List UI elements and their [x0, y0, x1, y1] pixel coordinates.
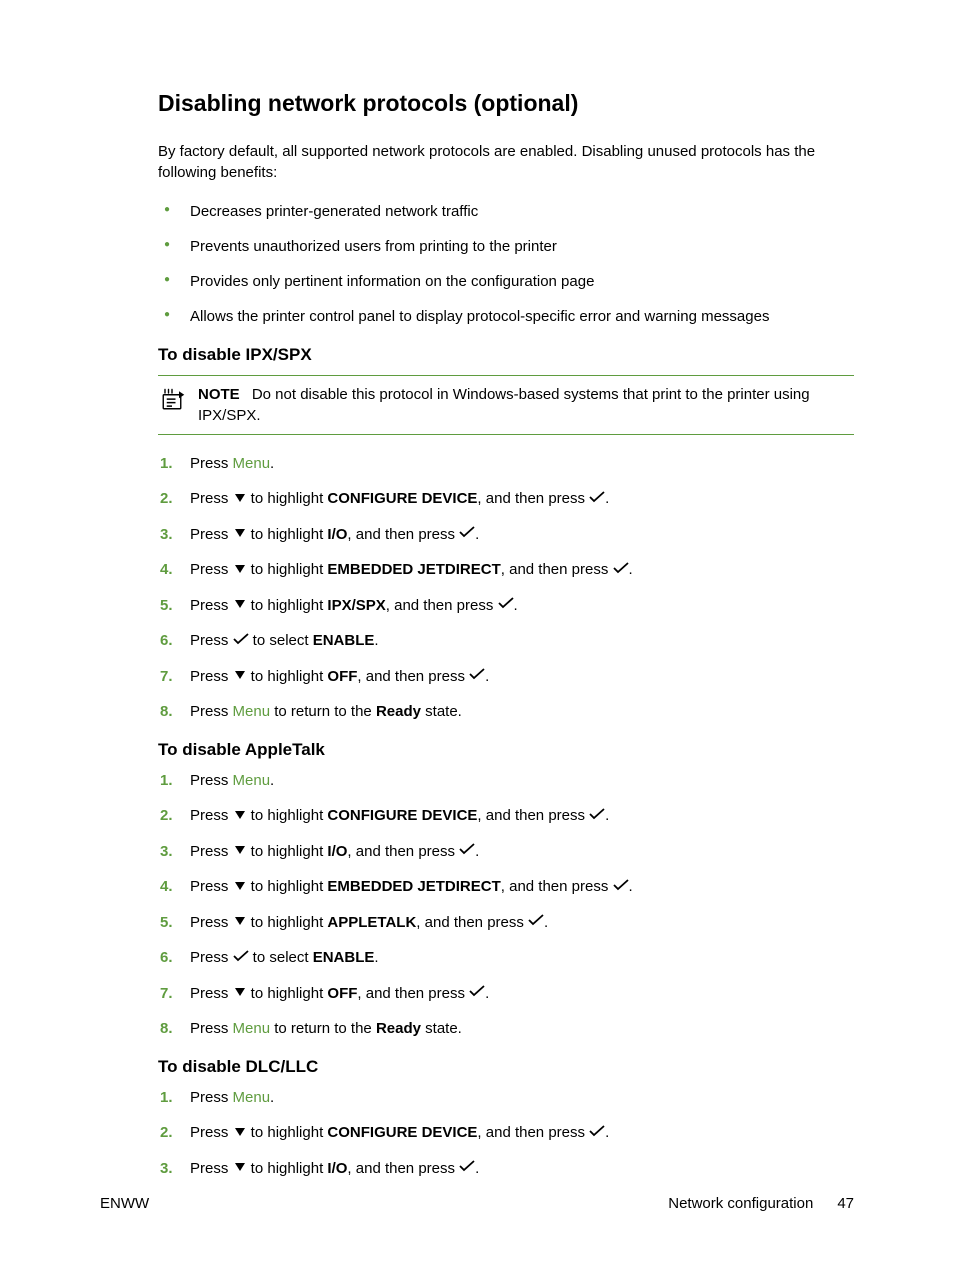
intro-paragraph: By factory default, all supported networ…: [158, 141, 854, 183]
step: Press to highlight I/O, and then press .: [158, 524, 854, 546]
step: Press Menu to return to the Ready state.: [158, 1018, 854, 1039]
steps-dlcllc: Press Menu. Press to highlight CONFIGURE…: [158, 1087, 854, 1179]
step: Press to highlight I/O, and then press .: [158, 841, 854, 863]
down-arrow-icon: [233, 523, 247, 544]
list-item: Allows the printer control panel to disp…: [158, 306, 854, 327]
footer-section-label: Network configuration: [668, 1195, 813, 1212]
steps-appletalk: Press Menu. Press to highlight CONFIGURE…: [158, 770, 854, 1039]
check-icon: [589, 805, 605, 826]
section-title-appletalk: To disable AppleTalk: [158, 740, 854, 760]
step: Press to highlight IPX/SPX, and then pre…: [158, 595, 854, 617]
section-title-dlcllc: To disable DLC/LLC: [158, 1057, 854, 1077]
note-icon: [158, 386, 186, 414]
step: Press Menu.: [158, 453, 854, 474]
page-title: Disabling network protocols (optional): [158, 90, 854, 117]
list-item: Decreases printer-generated network traf…: [158, 201, 854, 222]
down-arrow-icon: [233, 488, 247, 509]
check-icon: [459, 523, 475, 544]
note-box: NOTE Do not disable this protocol in Win…: [158, 375, 854, 435]
step: Press to highlight OFF, and then press .: [158, 983, 854, 1005]
step: Press to select ENABLE.: [158, 630, 854, 652]
step: Press to highlight I/O, and then press .: [158, 1158, 854, 1180]
check-icon: [589, 488, 605, 509]
step: Press to highlight EMBEDDED JETDIRECT, a…: [158, 559, 854, 581]
down-arrow-icon: [233, 982, 247, 1003]
footer-left: ENWW: [100, 1195, 149, 1212]
down-arrow-icon: [233, 1157, 247, 1178]
check-icon: [459, 840, 475, 861]
step: Press to highlight EMBEDDED JETDIRECT, a…: [158, 876, 854, 898]
check-icon: [233, 947, 249, 968]
check-icon: [498, 594, 514, 615]
page-number: 47: [837, 1195, 854, 1212]
down-arrow-icon: [233, 594, 247, 615]
check-icon: [589, 1122, 605, 1143]
list-item: Provides only pertinent information on t…: [158, 271, 854, 292]
steps-ipxspx: Press Menu. Press to highlight CONFIGURE…: [158, 453, 854, 722]
note-body: Do not disable this protocol in Windows-…: [198, 386, 810, 424]
down-arrow-icon: [233, 805, 247, 826]
down-arrow-icon: [233, 876, 247, 897]
step: Press to highlight CONFIGURE DEVICE, and…: [158, 805, 854, 827]
step: Press to highlight OFF, and then press .: [158, 666, 854, 688]
step: Press Menu.: [158, 770, 854, 791]
benefits-list: Decreases printer-generated network traf…: [158, 201, 854, 327]
check-icon: [459, 1157, 475, 1178]
step: Press Menu to return to the Ready state.: [158, 701, 854, 722]
down-arrow-icon: [233, 1122, 247, 1143]
down-arrow-icon: [233, 665, 247, 686]
down-arrow-icon: [233, 840, 247, 861]
list-item: Prevents unauthorized users from printin…: [158, 236, 854, 257]
check-icon: [233, 630, 249, 651]
check-icon: [469, 982, 485, 1003]
step: Press to select ENABLE.: [158, 947, 854, 969]
check-icon: [613, 559, 629, 580]
check-icon: [528, 911, 544, 932]
check-icon: [469, 665, 485, 686]
note-label: NOTE: [198, 386, 240, 403]
step: Press to highlight APPLETALK, and then p…: [158, 912, 854, 934]
step: Press to highlight CONFIGURE DEVICE, and…: [158, 488, 854, 510]
step: Press Menu.: [158, 1087, 854, 1108]
down-arrow-icon: [233, 911, 247, 932]
check-icon: [613, 876, 629, 897]
page-footer: ENWW Network configuration 47: [100, 1195, 854, 1212]
step: Press to highlight CONFIGURE DEVICE, and…: [158, 1122, 854, 1144]
section-title-ipxspx: To disable IPX/SPX: [158, 345, 854, 365]
note-text: NOTE Do not disable this protocol in Win…: [198, 384, 854, 426]
down-arrow-icon: [233, 559, 247, 580]
